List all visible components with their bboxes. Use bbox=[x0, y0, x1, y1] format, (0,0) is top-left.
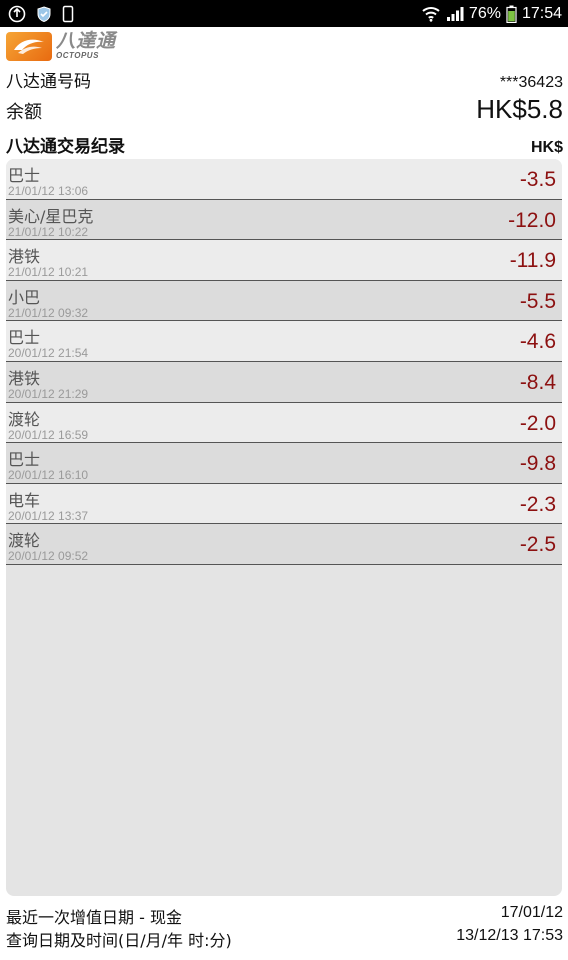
transaction-amount: -3.5 bbox=[519, 168, 556, 191]
table-row[interactable]: 巴士 21/01/12 13:06 -3.5 bbox=[6, 159, 562, 200]
transaction-name: 巴士 bbox=[8, 450, 41, 470]
transaction-amount: -12.0 bbox=[508, 208, 556, 232]
transaction-name: 渡轮 bbox=[8, 531, 41, 551]
transaction-time: 20/01/12 13:37 bbox=[8, 508, 89, 523]
transaction-name: 电车 bbox=[8, 490, 41, 510]
balance-label: 余额 bbox=[6, 102, 42, 123]
query-time-label: 查询日期及时间(日/月/年 时:分) bbox=[6, 931, 232, 950]
transaction-name: 港铁 bbox=[8, 247, 41, 267]
table-row[interactable]: 电车 20/01/12 13:37 -2.3 bbox=[6, 483, 562, 525]
transaction-time: 20/01/12 21:54 bbox=[8, 346, 89, 361]
transaction-name: 小巴 bbox=[8, 287, 41, 307]
card-number-row: 八达通号码 ***36423 bbox=[6, 67, 563, 92]
table-row[interactable]: 渡轮 20/01/12 09:52 -2.5 bbox=[6, 524, 562, 565]
usb-debug-icon bbox=[8, 5, 26, 23]
table-row[interactable]: 巴士 20/01/12 21:54 -4.6 bbox=[6, 321, 562, 362]
transaction-time: 21/01/12 10:21 bbox=[8, 265, 89, 280]
table-row[interactable]: 美心/星巴克 21/01/12 10:22 -12.0 bbox=[6, 199, 562, 241]
transaction-list[interactable]: 巴士 21/01/12 13:06 -3.5 美心/星巴克 21/01/12 1… bbox=[6, 159, 562, 896]
status-bar: 76% 17:54 bbox=[0, 0, 568, 27]
card-number-label: 八达通号码 bbox=[6, 72, 91, 92]
battery-icon bbox=[506, 5, 517, 23]
transaction-amount: -2.3 bbox=[519, 492, 556, 516]
currency-label: HK$ bbox=[530, 139, 563, 156]
transaction-time: 20/01/12 16:59 bbox=[8, 427, 89, 442]
transaction-name: 美心/星巴克 bbox=[8, 206, 94, 226]
transaction-amount: -2.0 bbox=[519, 411, 556, 435]
transaction-amount: -4.6 bbox=[519, 330, 556, 354]
octopus-logo: 八達通 OCTOPUS bbox=[6, 31, 116, 61]
transaction-name: 港铁 bbox=[8, 368, 41, 388]
logo-en-text: OCTOPUS bbox=[56, 51, 99, 60]
transaction-amount: -8.4 bbox=[519, 370, 556, 394]
table-row[interactable]: 渡轮 20/01/12 16:59 -2.0 bbox=[6, 402, 562, 444]
table-row[interactable]: 港铁 20/01/12 21:29 -8.4 bbox=[6, 361, 562, 403]
octopus-logo-icon bbox=[6, 31, 52, 61]
shield-icon bbox=[35, 5, 53, 23]
logo-cn-text: 八達通 bbox=[56, 30, 117, 52]
transactions-header: 八达通交易纪录 HK$ bbox=[6, 132, 563, 157]
query-time-row: 查询日期及时间(日/月/年 时:分) 13/12/13 17:53 bbox=[6, 927, 563, 951]
last-topup-date: 17/01/12 bbox=[500, 904, 563, 921]
balance-row: 余额 HK$5.8 bbox=[6, 94, 563, 125]
transaction-time: 21/01/12 09:32 bbox=[8, 305, 89, 320]
query-time-value: 13/12/13 17:53 bbox=[456, 927, 563, 944]
transaction-amount: -5.5 bbox=[519, 289, 556, 313]
transaction-time: 20/01/12 16:10 bbox=[8, 468, 89, 483]
wifi-icon bbox=[421, 6, 441, 22]
transaction-time: 20/01/12 21:29 bbox=[8, 386, 89, 401]
last-topup-row: 最近一次增值日期 - 现金 17/01/12 bbox=[6, 904, 563, 928]
battery-percent: 76% bbox=[468, 4, 501, 22]
transaction-amount: -9.8 bbox=[519, 452, 556, 476]
signal-icon bbox=[446, 6, 464, 22]
transaction-amount: -2.5 bbox=[519, 533, 556, 557]
transactions-title: 八达通交易纪录 bbox=[6, 137, 125, 157]
transaction-amount: -11.9 bbox=[509, 249, 556, 273]
transaction-time: 21/01/12 13:06 bbox=[8, 184, 89, 198]
last-topup-label: 最近一次增值日期 - 现金 bbox=[6, 908, 182, 927]
balance-value: HK$5.8 bbox=[476, 94, 563, 124]
transaction-name: 巴士 bbox=[8, 166, 41, 185]
phone-icon bbox=[62, 5, 74, 23]
table-row[interactable]: 巴士 20/01/12 16:10 -9.8 bbox=[6, 443, 562, 484]
clock: 17:54 bbox=[521, 4, 562, 22]
transaction-time: 21/01/12 10:22 bbox=[8, 224, 89, 239]
transaction-time: 20/01/12 09:52 bbox=[8, 549, 89, 564]
table-row[interactable]: 小巴 21/01/12 09:32 -5.5 bbox=[6, 280, 562, 322]
card-number-value: ***36423 bbox=[499, 74, 563, 91]
table-row[interactable]: 港铁 21/01/12 10:21 -11.9 bbox=[6, 240, 562, 281]
transaction-name: 巴士 bbox=[8, 328, 41, 348]
transaction-name: 渡轮 bbox=[8, 409, 41, 429]
